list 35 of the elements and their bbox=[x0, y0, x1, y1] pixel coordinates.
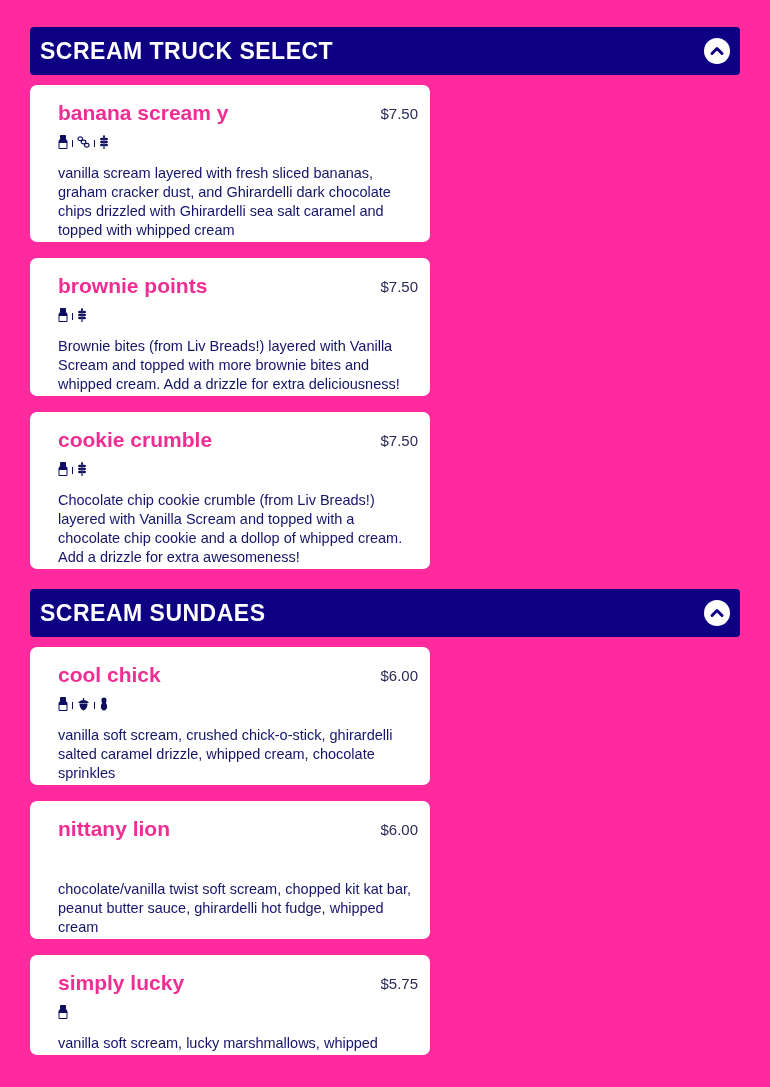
chain-icon bbox=[77, 135, 90, 149]
item-price: $7.50 bbox=[380, 277, 418, 295]
milk-bottle-icon bbox=[58, 308, 68, 322]
item-price: $6.00 bbox=[380, 820, 418, 838]
milk-bottle-icon bbox=[58, 135, 68, 149]
peanut-icon bbox=[99, 697, 109, 711]
wheat-icon bbox=[77, 308, 87, 322]
item-name: cookie crumble bbox=[58, 428, 213, 452]
wheat-icon bbox=[77, 462, 87, 476]
item-price: $7.50 bbox=[380, 104, 418, 122]
item-description: Chocolate chip cookie crumble (from Liv Breads!) layered with Vanilla Scream and topped with a chocolate chip cookie and a dollop of whipped cream. Add a drizzle for extra awesomeness! bbox=[58, 491, 404, 567]
milk-bottle-icon bbox=[58, 462, 68, 476]
acorn-icon bbox=[77, 697, 90, 711]
item-name: brownie points bbox=[58, 274, 208, 298]
item-description: vanilla scream layered with fresh sliced bananas, graham cracker dust, and Ghirardelli dark chocolate chips drizzled with Ghirardelli sea salt caramel and topped with whipped cream bbox=[58, 164, 392, 240]
item-name: nittany lion bbox=[58, 817, 170, 841]
item-name: simply lucky bbox=[58, 971, 185, 995]
item-description: vanilla soft scream, crushed chick-o-stick, ghirardelli salted caramel drizzle, whipped cream, chocolate sprinkles bbox=[58, 726, 394, 783]
item-name: cool chick bbox=[58, 663, 161, 687]
section-title: SCREAM TRUCK SELECT bbox=[40, 37, 334, 65]
section-header[interactable]: SCREAM TRUCK SELECT bbox=[30, 27, 740, 75]
section-header[interactable]: SCREAM SUNDAES bbox=[30, 589, 740, 637]
item-name: banana scream y bbox=[58, 101, 229, 125]
milk-bottle-icon bbox=[58, 697, 68, 711]
item-price: $7.50 bbox=[380, 431, 418, 449]
wheat-icon bbox=[99, 135, 109, 149]
milk-bottle-icon bbox=[58, 1005, 68, 1019]
item-price: $5.75 bbox=[380, 974, 418, 992]
collapse-icon[interactable] bbox=[704, 38, 730, 64]
item-price: $6.00 bbox=[380, 666, 418, 684]
item-description: Brownie bites (from Liv Breads!) layered with Vanilla Scream and topped with more brownie bites and whipped cream. Add a drizzle for extra deliciousness! bbox=[58, 337, 401, 394]
item-description: vanilla soft scream, lucky marshmallows, whipped bbox=[58, 1034, 379, 1053]
collapse-icon[interactable] bbox=[704, 600, 730, 626]
section-title: SCREAM SUNDAES bbox=[40, 599, 266, 627]
item-description: chocolate/vanilla twist soft scream, chopped kit kat bar, peanut butter sauce, ghirardelli hot fudge, whipped cream bbox=[58, 880, 412, 937]
